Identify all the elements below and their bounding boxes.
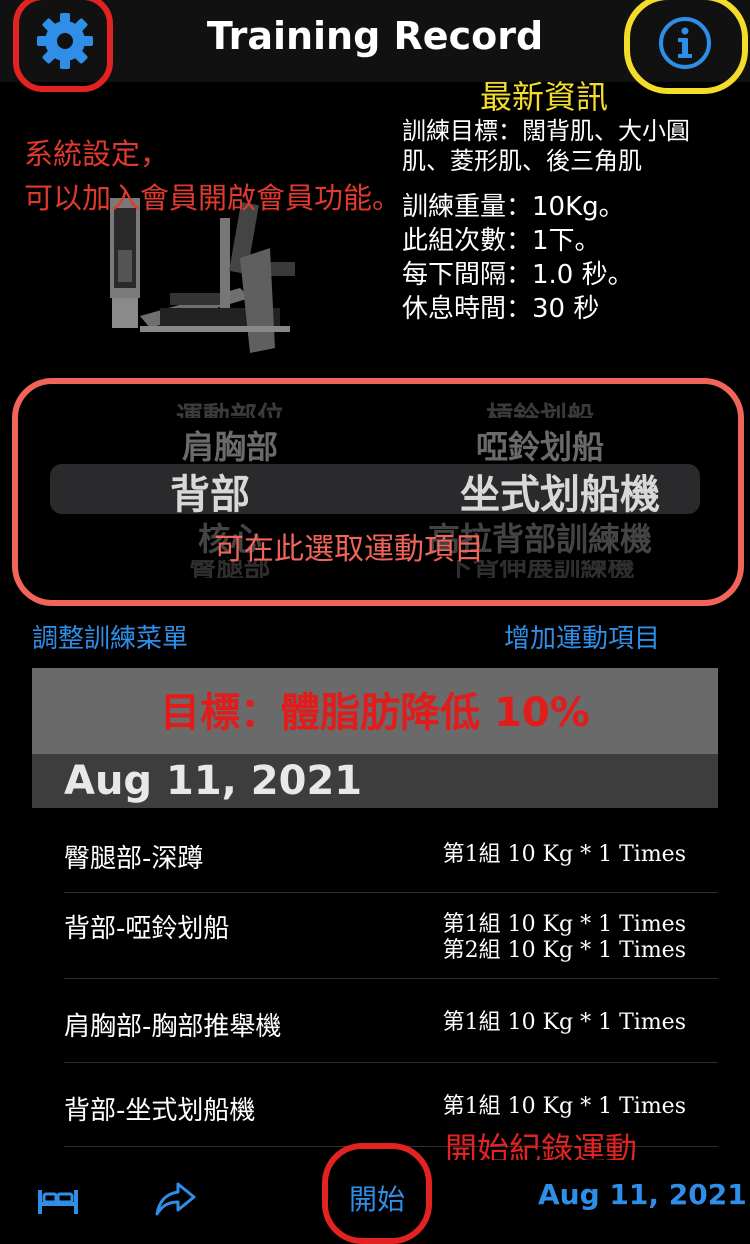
share-button[interactable] xyxy=(154,1180,196,1218)
info-highlight-ring xyxy=(624,0,748,94)
record-set: 第1組 10 Kg * 1 Times xyxy=(442,842,686,867)
record-sets: 第1組 10 Kg * 1 Times xyxy=(443,1010,686,1036)
record-set: 第2組 10 Kg * 1 Times xyxy=(442,938,686,963)
record-exercise-name: 肩胸部-胸部推舉機 xyxy=(64,1012,282,1042)
add-exercise-link[interactable]: 增加運動項目 xyxy=(504,618,660,655)
record-sets: 第1組 10 Kg * 1 Times 第2組 10 Kg * 1 Times xyxy=(443,912,686,964)
record-set: 第1組 10 Kg * 1 Times xyxy=(442,1094,686,1119)
record-exercise-name: 背部-坐式划船機 xyxy=(64,1096,256,1126)
training-target: 訓練目標：闊背肌、大小圓肌、菱形肌、後三角肌 xyxy=(402,117,690,175)
record-row[interactable]: 背部-啞鈴划船 第1組 10 Kg * 1 Times 第2組 10 Kg * … xyxy=(64,908,718,979)
set-reps: 此組次數：1下。 xyxy=(402,226,601,256)
record-exercise-name: 背部-啞鈴划船 xyxy=(64,914,230,944)
training-weight: 訓練重量：10Kg。 xyxy=(402,192,625,222)
section-date: Aug 11, 2021 xyxy=(64,758,363,804)
record-exercise-name: 臀腿部-深蹲 xyxy=(64,844,204,874)
record-row[interactable]: 肩胸部-胸部推舉機 第1組 10 Kg * 1 Times xyxy=(64,1006,718,1063)
latest-info-annotation: 最新資訊 xyxy=(480,78,609,116)
settings-highlight-ring xyxy=(13,0,113,92)
goal-text: 目標：體脂肪降低 10% xyxy=(160,690,590,736)
record-sets: 第1組 10 Kg * 1 Times xyxy=(443,1094,686,1120)
bed-icon xyxy=(38,1190,78,1214)
record-set: 第1組 10 Kg * 1 Times xyxy=(442,1010,686,1035)
rest-time: 休息時間：30 秒 xyxy=(402,294,600,324)
bed-button[interactable] xyxy=(36,1186,80,1216)
record-sets: 第1組 10 Kg * 1 Times xyxy=(443,842,686,868)
record-set: 第1組 10 Kg * 1 Times xyxy=(442,912,686,937)
bottom-date-button[interactable]: Aug 11, 2021 xyxy=(538,1178,747,1211)
record-row[interactable]: 臀腿部-深蹲 第1組 10 Kg * 1 Times xyxy=(64,838,718,893)
exercise-info: 訓練目標：闊背肌、大小圓肌、菱形肌、後三角肌 訓練重量：10Kg。 此組次數：1… xyxy=(402,116,732,326)
start-highlight-ring xyxy=(322,1143,432,1244)
adjust-menu-link[interactable]: 調整訓練菜單 xyxy=(32,618,188,655)
share-icon xyxy=(155,1182,196,1216)
rep-interval: 每下間隔：1.0 秒。 xyxy=(402,260,634,290)
exercise-machine-image xyxy=(100,198,300,358)
picker-highlight-ring xyxy=(12,378,744,606)
